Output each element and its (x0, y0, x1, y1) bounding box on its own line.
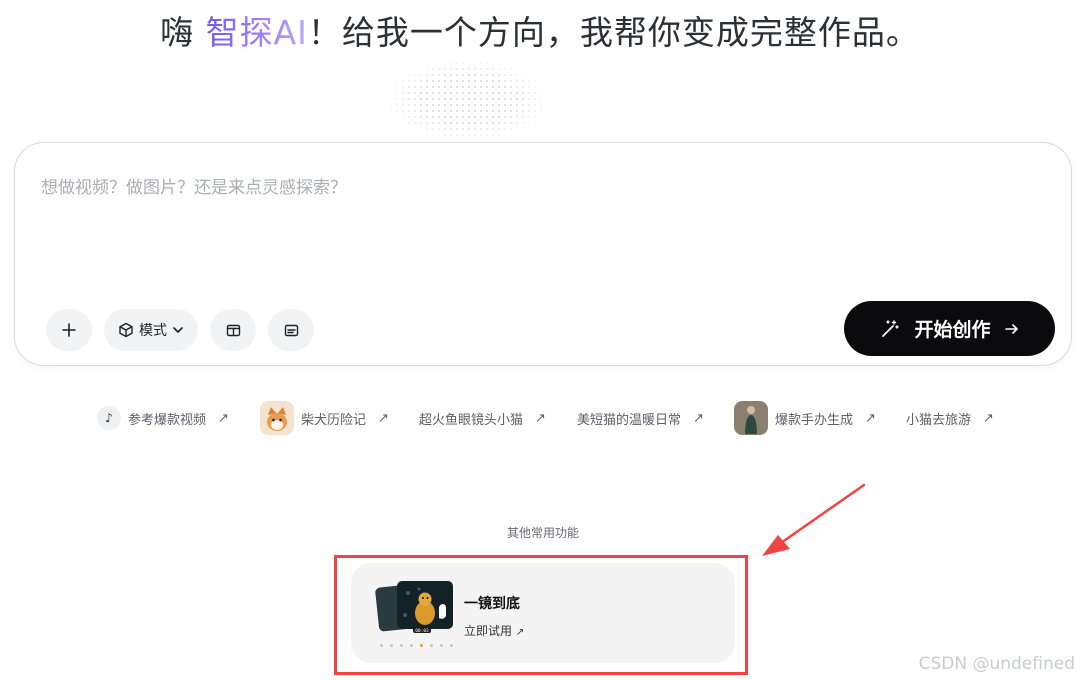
dot-pattern-decoration (388, 60, 548, 140)
arrow-up-right-icon: ↗ (218, 410, 229, 426)
chip-label: 参考爆款视频 (128, 412, 207, 428)
mode-dropdown[interactable]: 模式 (104, 309, 198, 351)
plus-icon (62, 323, 76, 337)
chip-shiba-adventure[interactable]: 柴犬历险记 ↗ (260, 400, 389, 436)
carousel-dot[interactable] (400, 644, 403, 647)
tiktok-icon: ♪ (97, 406, 121, 430)
mode-label: 模式 (139, 323, 167, 339)
one-take-feature-card[interactable]: 00:03 一镜到底 立即试用 ↗ (351, 563, 735, 663)
chip-label: 柴犬历险记 (301, 412, 367, 428)
annotation-arrow (762, 483, 866, 556)
chip-label: 超火鱼眼镜头小猫 (419, 412, 524, 428)
chip-figure-generation[interactable]: 爆款手办生成 ↗ (734, 400, 876, 436)
chip-fisheye-kitten[interactable]: 超火鱼眼镜头小猫 ↗ (419, 400, 546, 436)
brand-name: 智探AI (205, 13, 308, 52)
prompt-input[interactable]: 想做视频？做图片？还是来点灵感探索？ (41, 173, 347, 198)
start-create-button[interactable]: 开始创作 (844, 301, 1055, 356)
carousel-indicator (380, 644, 453, 647)
carousel-dot-active[interactable] (420, 644, 423, 647)
shiba-thumbnail (260, 401, 294, 435)
inspiration-chips: ♪ 参考爆款视频 ↗ 柴犬历险记 ↗ 超火鱼眼镜头小猫 ↗ 美短猫的温暖日常 ↗… (0, 400, 1080, 436)
arrow-up-right-icon: ↗ (693, 410, 704, 426)
carousel-dot[interactable] (440, 644, 443, 647)
figure-thumbnail (734, 401, 768, 435)
chip-reference-video[interactable]: ♪ 参考爆款视频 ↗ (97, 400, 229, 436)
carousel-dot[interactable] (380, 644, 383, 647)
headline-prefix: 嗨 (160, 13, 206, 52)
chip-label: 美短猫的温暖日常 (577, 412, 682, 428)
composer-toolbar: 模式 (46, 309, 314, 351)
headline-suffix: ！给我一个方向，我帮你变成完整作品。 (307, 13, 920, 52)
start-create-label: 开始创作 (914, 319, 991, 341)
carousel-dot[interactable] (430, 644, 433, 647)
arrow-right-icon (1004, 323, 1018, 334)
try-now-link[interactable]: 立即试用 ↗ (464, 622, 524, 639)
preview-time-tag: 00:03 (415, 628, 429, 634)
chip-shorthair-cat[interactable]: 美短猫的温暖日常 ↗ (577, 400, 704, 436)
feature-title: 一镜到底 (464, 596, 520, 612)
page-headline: 嗨 智探AI！给我一个方向，我帮你变成完整作品。 (0, 6, 1080, 54)
carousel-dot[interactable] (390, 644, 393, 647)
subtitle-icon (284, 324, 298, 336)
watermark: CSDN @undefined (918, 654, 1075, 674)
arrow-up-right-icon: ↗ (378, 410, 389, 426)
arrow-up-right-icon: ↗ (983, 410, 994, 426)
layout-icon (226, 324, 240, 336)
other-features-title: 其他常用功能 (506, 526, 579, 540)
try-now-label: 立即试用 (464, 624, 513, 638)
arrow-up-right-icon: ↗ (535, 410, 546, 426)
cube-icon (119, 322, 133, 338)
chip-label: 小猫去旅游 (906, 412, 972, 428)
prompt-composer: 想做视频？做图片？还是来点灵感探索？ 模式 开始创作 (14, 142, 1072, 366)
one-take-preview-image: 00:03 (375, 581, 453, 634)
carousel-dot[interactable] (410, 644, 413, 647)
layout-button[interactable] (210, 309, 256, 351)
arrow-up-right-icon: ↗ (865, 410, 876, 426)
chip-label: 爆款手办生成 (775, 412, 854, 428)
add-button[interactable] (46, 309, 92, 351)
chip-kitten-travel[interactable]: 小猫去旅游 ↗ (906, 400, 994, 436)
chevron-down-icon (173, 327, 183, 333)
arrow-up-right-icon: ↗ (515, 627, 525, 638)
magic-wand-icon (882, 319, 900, 337)
carousel-dot[interactable] (450, 644, 453, 647)
subtitle-button[interactable] (268, 309, 314, 351)
